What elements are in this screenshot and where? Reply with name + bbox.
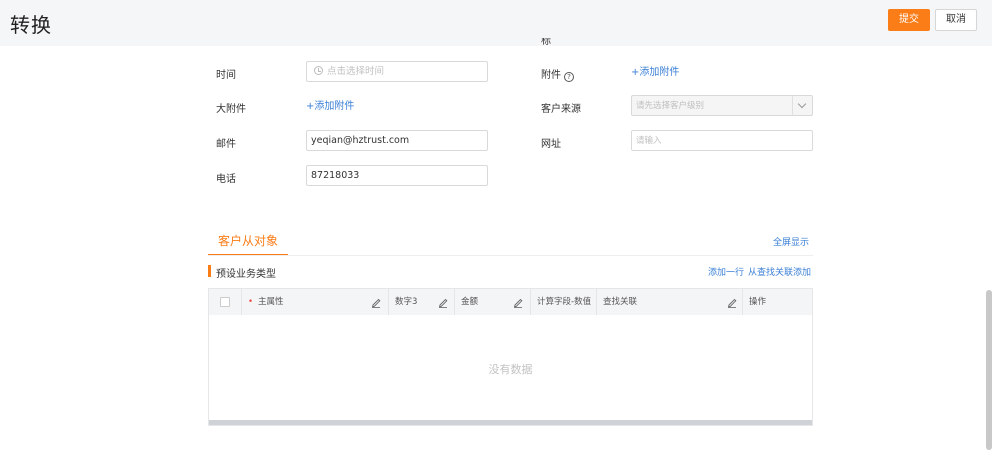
website-placeholder: 请输入 [636, 136, 662, 146]
column-main-attribute-label: 主属性 [258, 297, 284, 307]
submit-button[interactable]: 提交 [888, 9, 930, 31]
tab-divider [208, 255, 813, 256]
time-picker-input[interactable]: 点击选择时间 [306, 61, 488, 82]
help-icon[interactable]: ? [564, 72, 574, 82]
email-value: yeqian@hztrust.com [311, 135, 410, 146]
customer-source-select[interactable]: 请先选择客户级别 [631, 95, 813, 116]
page-header: 转换 提交 取消 [0, 0, 992, 46]
empty-state-text: 没有数据 [488, 363, 533, 376]
section-title: 预设业务类型 [216, 269, 276, 280]
edit-pen-icon[interactable] [513, 296, 523, 308]
website-field[interactable]: 请输入 [631, 130, 813, 151]
customer-source-placeholder: 请先选择客户级别 [636, 101, 705, 111]
phone-label: 电话 [216, 174, 236, 185]
add-big-attachment-link[interactable]: +添加附件 [306, 97, 354, 112]
page-scrollbar[interactable] [986, 290, 992, 450]
phone-field[interactable]: 87218033 [306, 165, 488, 186]
time-label: 时间 [216, 70, 236, 81]
chevron-down-icon[interactable] [792, 96, 812, 115]
add-from-lookup-link[interactable]: 从查找关联添加 [748, 265, 811, 278]
add-row-link[interactable]: 添加一行 [708, 265, 744, 278]
attachment-label-text: 附件 [541, 70, 561, 81]
email-label: 邮件 [216, 139, 236, 150]
required-mark: • [248, 297, 254, 307]
column-calculated-field: 计算字段-数值 [530, 289, 596, 315]
detail-table: • 主属性 数字3 金额 计算字段-数值 查找关联 操作 没有数据 [208, 288, 813, 426]
table-horizontal-scrollbar[interactable] [209, 420, 812, 425]
section-accent-bar [208, 265, 211, 277]
column-main-attribute: • 主属性 [241, 289, 362, 315]
table-header: • 主属性 数字3 金额 计算字段-数值 查找关联 操作 [209, 289, 812, 315]
email-field[interactable]: yeqian@hztrust.com [306, 130, 488, 151]
page-title: 转换 [10, 13, 52, 37]
add-attachment-link[interactable]: +添加附件 [631, 63, 679, 78]
column-action: 操作 [742, 289, 812, 315]
phone-value: 87218033 [311, 170, 360, 181]
clock-icon [314, 66, 323, 75]
edit-pen-icon[interactable] [371, 296, 381, 308]
edit-pen-icon[interactable] [727, 296, 737, 308]
big-attachment-label: 大附件 [216, 104, 246, 115]
attachment-label: 附件? [541, 66, 574, 82]
select-all-checkbox[interactable] [220, 297, 230, 307]
tab-customer-detail-object[interactable]: 客户从对象 [208, 232, 288, 256]
time-placeholder: 点击选择时间 [327, 66, 385, 77]
edit-pen-icon[interactable] [438, 296, 448, 308]
fullscreen-link[interactable]: 全屏显示 [773, 235, 809, 248]
column-lookup: 查找关联 [596, 289, 742, 315]
website-label: 网址 [541, 139, 561, 150]
partially-hidden-label: 标 [541, 38, 551, 46]
cancel-button[interactable]: 取消 [935, 9, 977, 31]
customer-source-label: 客户来源 [541, 104, 581, 115]
